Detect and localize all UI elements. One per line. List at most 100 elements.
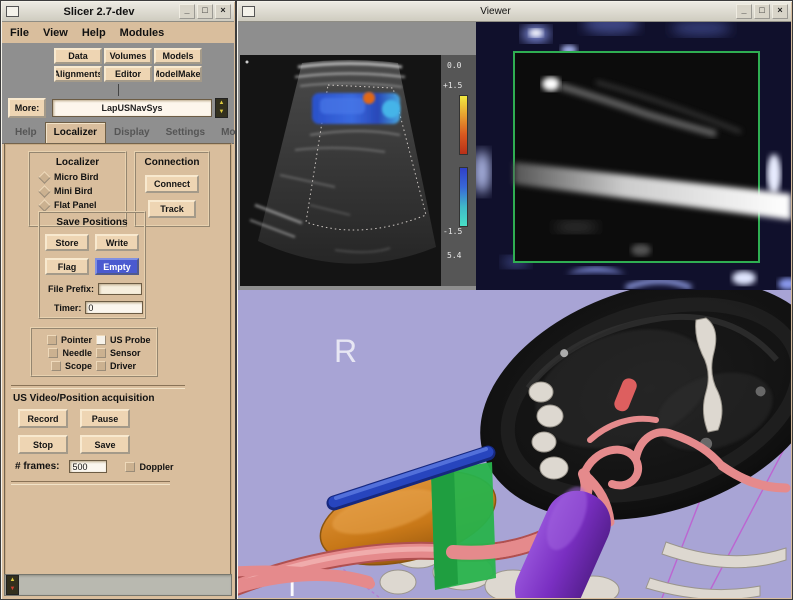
record-button[interactable]: Record xyxy=(18,409,68,428)
save-button[interactable]: Save xyxy=(80,435,130,454)
store-button[interactable]: Store xyxy=(45,234,89,251)
menubar: File View Help Modules xyxy=(2,22,234,43)
separator-line xyxy=(11,385,185,389)
probe-marker-icon xyxy=(246,61,249,64)
viewer-window-title: Viewer xyxy=(255,6,736,17)
ct-slice-viewport[interactable] xyxy=(476,22,791,290)
close-button[interactable]: × xyxy=(215,4,231,19)
localizer-group-title: Localizer xyxy=(30,157,125,168)
file-prefix-input[interactable] xyxy=(98,283,142,295)
checkbox-us-probe[interactable] xyxy=(96,335,106,345)
tab-localizer[interactable]: Localizer xyxy=(45,122,106,143)
pause-button[interactable]: Pause xyxy=(80,409,130,428)
checkbox-pointer[interactable] xyxy=(47,335,57,345)
checkbox-doppler[interactable] xyxy=(125,462,135,472)
checkbox-label-sensor[interactable]: Sensor xyxy=(110,348,141,358)
acquisition-section-title: US Video/Position acquisition xyxy=(13,393,155,404)
frames-label: # frames: xyxy=(15,461,59,472)
module-select-spinner[interactable]: ▲ ▼ xyxy=(215,98,228,118)
checkbox-label-pointer[interactable]: Pointer xyxy=(61,335,92,345)
more-button[interactable]: More: xyxy=(8,98,46,118)
tab-display[interactable]: Display xyxy=(106,123,158,143)
scale-label-depth: 5.4 xyxy=(447,251,461,260)
slicer-window-title: Slicer 2.7-dev xyxy=(19,6,179,18)
checkbox-label-driver[interactable]: Driver xyxy=(110,361,136,371)
module-connector-line xyxy=(118,84,119,96)
stop-button[interactable]: Stop xyxy=(18,435,68,454)
spinner-up-icon[interactable]: ▲ xyxy=(7,576,18,585)
checkbox-scope[interactable] xyxy=(51,361,61,371)
scale-label-zero: 0.0 xyxy=(447,61,461,70)
module-button-data[interactable]: Data xyxy=(54,48,102,64)
ultrasound-viewport[interactable]: 0.0 +1.5 -1.5 5.4 xyxy=(238,22,476,290)
threed-scene: R I xyxy=(238,290,791,598)
radio-flat-panel[interactable] xyxy=(38,199,51,212)
module-button-volumes[interactable]: Volumes xyxy=(104,48,152,64)
module-button-modelmaker[interactable]: ModelMaker xyxy=(154,66,202,82)
menu-modules[interactable]: Modules xyxy=(120,27,165,39)
timer-input[interactable] xyxy=(85,301,143,314)
checkbox-label-needle[interactable]: Needle xyxy=(62,348,92,358)
color-scale-positive-bar xyxy=(459,95,468,155)
timer-label: Timer: xyxy=(54,303,81,313)
connection-group-title: Connection xyxy=(136,157,208,168)
file-prefix-label: File Prefix: xyxy=(48,284,94,294)
frames-input[interactable] xyxy=(69,460,107,473)
track-button[interactable]: Track xyxy=(148,200,196,218)
tab-help[interactable]: Help xyxy=(7,123,45,143)
save-positions-group: Save Positions Store Write Flag Empty Fi… xyxy=(38,211,146,319)
viewer-titlebar[interactable]: Viewer _ □ × xyxy=(238,2,791,22)
checkbox-needle[interactable] xyxy=(48,348,58,358)
checkbox-driver[interactable] xyxy=(96,361,106,371)
resection-plane-green xyxy=(431,462,496,590)
threed-viewport[interactable]: R I xyxy=(238,290,791,598)
close-button[interactable]: × xyxy=(772,4,788,19)
radio-label-flat-panel[interactable]: Flat Panel xyxy=(54,200,97,210)
menu-file[interactable]: File xyxy=(10,27,29,39)
module-button-alignments[interactable]: Alignments xyxy=(54,66,102,82)
ct-bright-vessel-dot xyxy=(542,77,560,91)
doppler-flow-overlay xyxy=(312,92,400,124)
vessel-overlay xyxy=(238,575,368,590)
module-select-dropdown[interactable]: LapUSNavSys xyxy=(52,99,212,117)
window-icon xyxy=(242,6,255,17)
viewer-window: Viewer _ □ × xyxy=(236,0,793,600)
window-icon xyxy=(6,6,19,17)
ultrasound-image xyxy=(240,55,441,286)
tool-checkbox-group: Pointer US Probe Needle Sensor Scope xyxy=(30,327,158,377)
checkbox-label-scope[interactable]: Scope xyxy=(65,361,92,371)
menu-view[interactable]: View xyxy=(43,27,68,39)
radio-label-mini-bird[interactable]: Mini Bird xyxy=(54,186,93,196)
checkbox-label-us-probe[interactable]: US Probe xyxy=(110,335,151,345)
separator-line-2 xyxy=(11,481,170,485)
scale-label-positive: +1.5 xyxy=(443,81,462,90)
connect-button[interactable]: Connect xyxy=(145,175,199,193)
radio-label-micro-bird[interactable]: Micro Bird xyxy=(54,172,99,182)
slicer-window: Slicer 2.7-dev _ □ × File View Help Modu… xyxy=(0,0,236,600)
menu-help[interactable]: Help xyxy=(82,27,106,39)
minimize-button[interactable]: _ xyxy=(736,4,752,19)
checkbox-label-doppler[interactable]: Doppler xyxy=(139,462,173,472)
write-button[interactable]: Write xyxy=(95,234,139,251)
maximize-button[interactable]: □ xyxy=(197,4,213,19)
spinner-up-icon[interactable]: ▲ xyxy=(216,99,227,108)
module-button-models[interactable]: Models xyxy=(154,48,202,64)
status-entry-bar[interactable]: ▲ ▼ xyxy=(4,574,232,596)
ct-volume-slab xyxy=(449,290,791,562)
maximize-button[interactable]: □ xyxy=(754,4,770,19)
status-spinner[interactable]: ▲ ▼ xyxy=(6,575,19,595)
spinner-down-icon[interactable]: ▼ xyxy=(7,585,18,594)
radio-micro-bird[interactable] xyxy=(38,171,51,184)
module-button-editor[interactable]: Editor xyxy=(104,66,152,82)
empty-button[interactable]: Empty xyxy=(95,258,139,275)
checkbox-sensor[interactable] xyxy=(96,348,106,358)
radio-mini-bird[interactable] xyxy=(38,185,51,198)
tab-settings[interactable]: Settings xyxy=(158,123,213,143)
flag-button[interactable]: Flag xyxy=(45,258,89,275)
doppler-cyan-jet xyxy=(382,100,400,118)
ct-slice-graphic xyxy=(476,22,791,290)
doppler-orange-jet xyxy=(363,92,375,104)
minimize-button[interactable]: _ xyxy=(179,4,195,19)
spinner-down-icon[interactable]: ▼ xyxy=(216,108,227,117)
slicer-titlebar[interactable]: Slicer 2.7-dev _ □ × xyxy=(2,2,234,22)
